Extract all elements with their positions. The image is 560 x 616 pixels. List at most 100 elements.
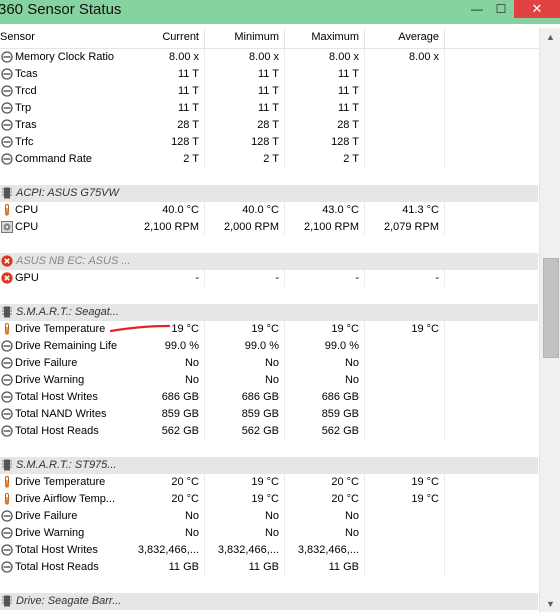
sensor-row[interactable]: Drive Failure No No No (0, 355, 538, 372)
sensor-row[interactable]: Memory Clock Ratio 8.00 x 8.00 x 8.00 x 8.00… (0, 49, 538, 66)
value-average: 19 °C (411, 476, 439, 488)
maximize-button[interactable]: ☐ (488, 0, 514, 18)
cell-divider (364, 49, 365, 66)
value-current: 3,832,466,... (137, 544, 199, 556)
cell-divider (364, 559, 365, 576)
column-minimum[interactable]: Minimum (206, 31, 279, 46)
cell-divider (204, 270, 205, 287)
red-annotation-line (110, 324, 171, 333)
sensor-row[interactable]: Trcd 11 T 11 T 11 T (0, 83, 538, 100)
sensor-row[interactable]: Drive Temperature 19 °C 19 °C 19 °C 19 °C (0, 321, 538, 338)
cell-divider (284, 49, 285, 66)
sensor-row[interactable]: GPU - - - - (0, 270, 538, 287)
cell-divider (444, 508, 445, 525)
cell-divider (204, 542, 205, 559)
column-sensor[interactable]: Sensor (0, 31, 35, 46)
cell-divider (284, 321, 285, 338)
sensor-name: Trfc (15, 136, 34, 148)
sensor-row[interactable]: Drive Temperature 20 °C 19 °C 20 °C 19 °C (0, 474, 538, 491)
cell-divider (284, 525, 285, 542)
clock-icon (1, 510, 13, 522)
vertical-scrollbar[interactable]: ▲ ▼ (539, 28, 560, 612)
value-current: No (184, 527, 199, 539)
sensor-row[interactable]: Drive Warning No No No (0, 372, 538, 389)
value-maximum: 99.0 % (324, 340, 359, 352)
column-average[interactable]: Average (366, 31, 439, 46)
cell-divider (444, 355, 445, 372)
sensor-row[interactable]: Command Rate 2 T 2 T 2 T (0, 151, 538, 168)
column-current[interactable]: Current (120, 31, 199, 46)
group-label: S.M.A.R.T.: ST975... (16, 459, 117, 471)
value-minimum: 40.0 °C (242, 204, 279, 216)
value-current: 128 T (171, 136, 199, 148)
column-maximum[interactable]: Maximum (286, 31, 359, 46)
value-average: 19 °C (411, 323, 439, 335)
cell-divider (204, 389, 205, 406)
clock-icon (1, 340, 13, 352)
column-divider[interactable] (204, 28, 205, 48)
column-divider[interactable] (364, 28, 365, 48)
chip-icon (1, 459, 13, 471)
cell-divider (204, 117, 205, 134)
cell-divider (364, 100, 365, 117)
value-maximum: 562 GB (321, 425, 359, 437)
cell-divider (444, 49, 445, 66)
sensor-row[interactable]: Trfc 128 T 128 T 128 T (0, 134, 538, 151)
sensor-group-header[interactable]: Drive: Seagate Barr... (0, 593, 538, 610)
value-maximum: 2,100 RPM (303, 221, 359, 233)
scroll-up-arrow-icon[interactable]: ▲ (540, 28, 560, 45)
sensor-row[interactable]: CPU 40.0 °C 40.0 °C 43.0 °C 41.3 °C (0, 202, 538, 219)
value-maximum: 20 °C (331, 476, 359, 488)
sensor-name: Total Host Reads (15, 561, 99, 573)
sensor-row[interactable]: CPU 2,100 RPM 2,000 RPM 2,100 RPM 2,079 RPM (0, 219, 538, 236)
thermometer-icon (1, 493, 13, 505)
clock-icon (1, 425, 13, 437)
value-minimum: 859 GB (241, 408, 279, 420)
sensor-row[interactable]: Tcas 11 T 11 T 11 T (0, 66, 538, 83)
sensor-row[interactable]: Trp 11 T 11 T 11 T (0, 100, 538, 117)
cell-divider (444, 525, 445, 542)
clock-icon (1, 136, 13, 148)
close-button[interactable]: ✕ (514, 0, 560, 18)
cell-divider (284, 100, 285, 117)
sensor-row[interactable]: Total Host Reads 11 GB 11 GB 11 GB (0, 559, 538, 576)
sensor-row[interactable]: Total Host Writes 3,832,466,... 3,832,466,… (0, 542, 538, 559)
sensor-name: CPU (15, 204, 39, 216)
column-divider[interactable] (444, 28, 445, 48)
value-current: No (184, 357, 199, 369)
sensor-row[interactable]: Total NAND Writes 859 GB 859 GB 859 GB (0, 406, 538, 423)
sensor-row[interactable]: Drive Airflow Temp... 20 °C 19 °C 20 °C 19 °… (0, 491, 538, 508)
sensor-row[interactable]: Drive Failure No No No (0, 508, 538, 525)
minimize-button[interactable]: — (466, 0, 488, 18)
cell-divider (364, 66, 365, 83)
cell-divider (364, 83, 365, 100)
sensor-name: Total Host Writes (15, 544, 98, 556)
cell-divider (284, 491, 285, 508)
column-divider[interactable] (284, 28, 285, 48)
value-current: No (184, 510, 199, 522)
sensor-name: Drive Warning (15, 527, 85, 539)
sensor-group-header[interactable]: S.M.A.R.T.: Seagat... (0, 304, 538, 321)
sensor-row[interactable]: Drive Warning No No No (0, 525, 538, 542)
sensor-name: Drive Failure (15, 510, 78, 522)
scroll-thumb[interactable] (543, 258, 559, 358)
sensor-group-header[interactable]: ASUS NB EC: ASUS ... (0, 253, 538, 270)
sensor-row[interactable]: Drive Remaining Life 99.0 % 99.0 % 99.0 % (0, 338, 538, 355)
sensor-group-header[interactable]: S.M.A.R.T.: ST975... (0, 457, 538, 474)
cell-divider (204, 321, 205, 338)
clock-icon (1, 85, 13, 97)
cell-divider (204, 134, 205, 151)
cell-divider (284, 202, 285, 219)
cell-divider (204, 100, 205, 117)
cell-divider (364, 406, 365, 423)
sensor-row[interactable]: Tras 28 T 28 T 28 T (0, 117, 538, 134)
cell-divider (284, 423, 285, 440)
cell-divider (284, 372, 285, 389)
clock-icon (1, 51, 13, 63)
scroll-down-arrow-icon[interactable]: ▼ (540, 595, 560, 612)
cell-divider (444, 321, 445, 338)
sensor-group-header[interactable]: ACPI: ASUS G75VW (0, 185, 538, 202)
sensor-row[interactable]: Total Host Reads 562 GB 562 GB 562 GB (0, 423, 538, 440)
sensor-row[interactable]: Total Host Writes 686 GB 686 GB 686 GB (0, 389, 538, 406)
sensor-name: GPU (15, 272, 39, 284)
